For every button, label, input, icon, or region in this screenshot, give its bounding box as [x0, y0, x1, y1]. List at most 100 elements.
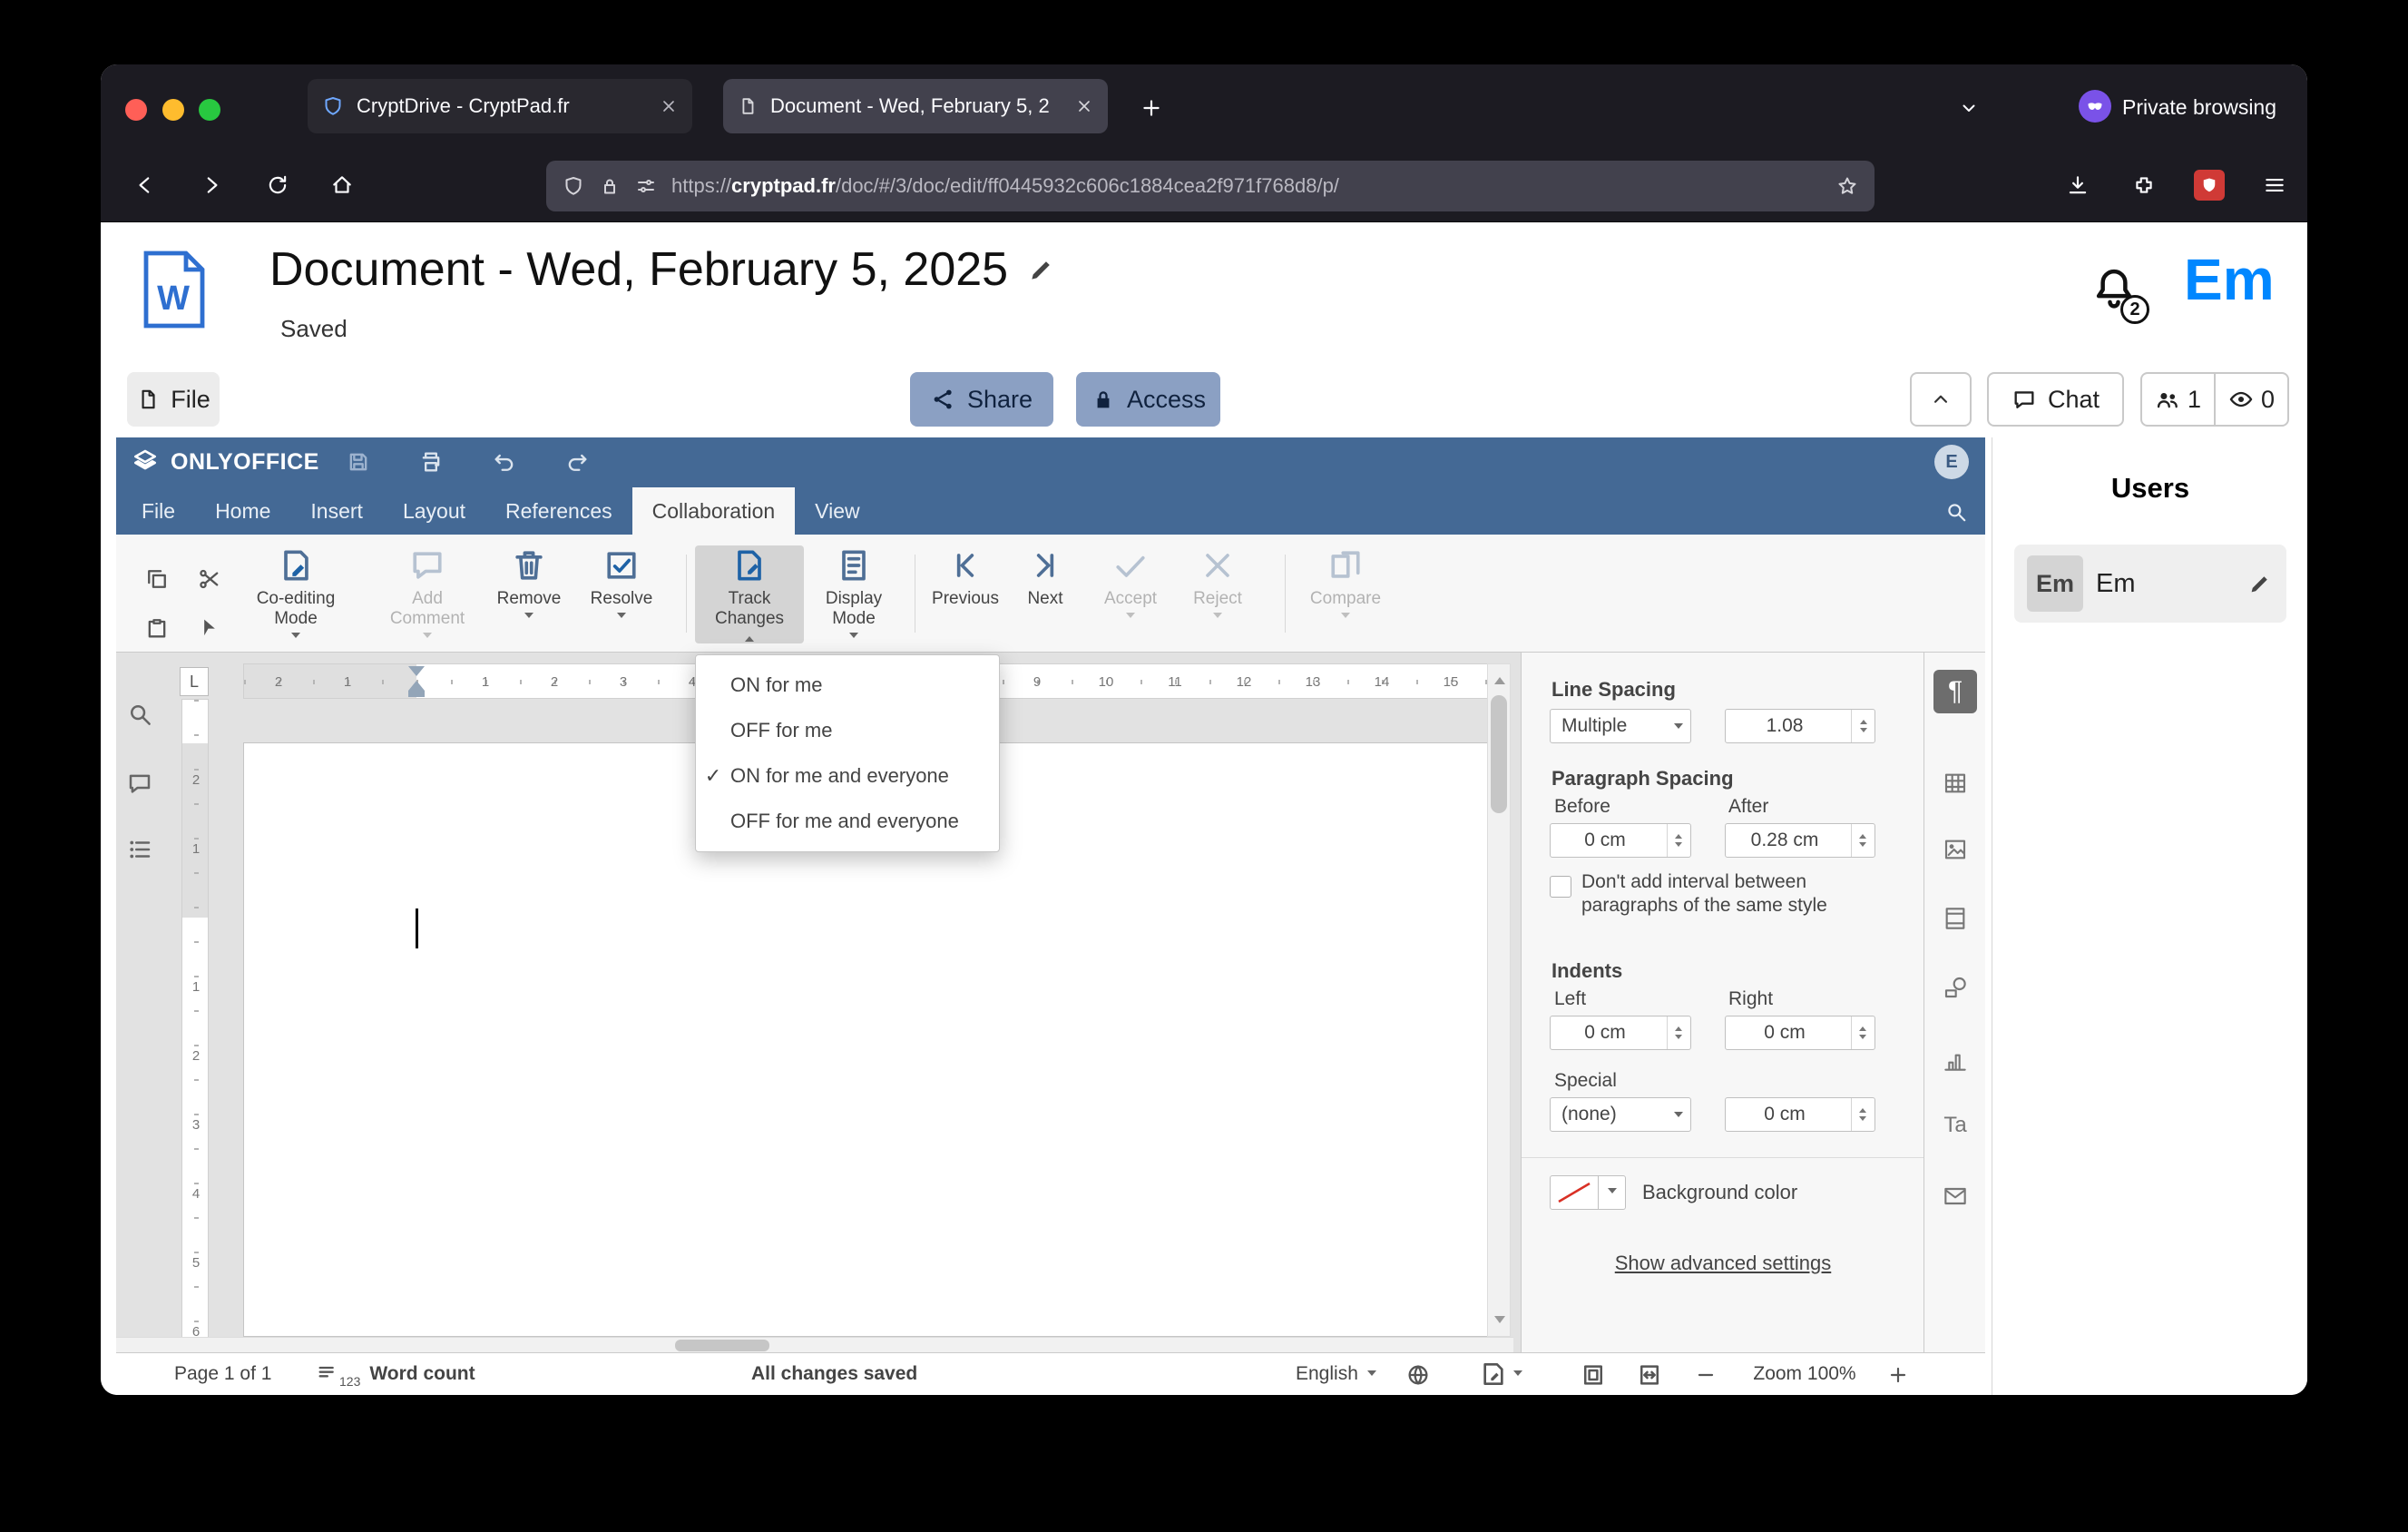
zoom-level[interactable]: Zoom 100%	[1737, 1363, 1873, 1385]
document-title[interactable]: Document - Wed, February 5, 2025	[269, 242, 1008, 297]
find-icon[interactable]	[122, 696, 158, 732]
left-indent-square[interactable]	[408, 691, 425, 697]
paste-icon[interactable]	[138, 609, 176, 647]
page-count[interactable]: Page 1 of 1	[174, 1363, 271, 1385]
close-tab-icon[interactable]	[660, 97, 678, 115]
mail-merge-tab[interactable]	[1937, 1178, 1973, 1214]
redo-icon[interactable]	[559, 444, 595, 480]
list-all-tabs-button[interactable]	[1949, 88, 1989, 128]
tab-cryptdrive[interactable]: CryptDrive - CryptPad.fr	[308, 79, 692, 133]
extensions-button[interactable]	[2124, 165, 2164, 205]
special-amount-spinner[interactable]: 0 cm	[1725, 1097, 1875, 1132]
viewers-count[interactable]: 0	[2216, 374, 2287, 425]
close-window-button[interactable]	[125, 99, 147, 121]
print-icon[interactable]	[413, 444, 449, 480]
track-changes-status-button[interactable]	[1479, 1360, 1522, 1389]
advanced-settings-link[interactable]: Show advanced settings	[1522, 1252, 1924, 1275]
compare-button[interactable]: Compare	[1296, 545, 1395, 643]
url-text[interactable]: https://cryptpad.fr/doc/#/3/doc/edit/ff0…	[671, 174, 1822, 198]
tracking-protection-icon[interactable]	[563, 175, 584, 197]
menu-button[interactable]	[2255, 165, 2295, 205]
copy-icon[interactable]	[138, 560, 176, 598]
menu-tab-file[interactable]: File	[122, 487, 195, 535]
minimize-window-button[interactable]	[162, 99, 184, 121]
coediting-mode-button[interactable]: Co-editing Mode	[241, 545, 350, 643]
remove-comment-button[interactable]: Remove	[483, 545, 575, 643]
add-comment-button[interactable]: Add Comment	[381, 545, 474, 643]
spin-down[interactable]	[1859, 728, 1867, 736]
close-tab-icon[interactable]	[1075, 97, 1093, 115]
select-all-icon[interactable]	[191, 609, 229, 647]
word-count-button[interactable]: 123 Word count	[316, 1360, 475, 1389]
bookmark-star-icon[interactable]	[1836, 175, 1858, 197]
back-button[interactable]	[125, 165, 165, 205]
background-color-swatch[interactable]	[1550, 1175, 1599, 1210]
track-changes-button[interactable]: Track Changes	[695, 545, 804, 643]
indent-right-spinner[interactable]: 0 cm	[1725, 1016, 1875, 1050]
header-footer-settings-tab[interactable]	[1937, 900, 1973, 937]
user-list-item[interactable]: Em Em	[2014, 545, 2286, 623]
paragraph-settings-tab[interactable]: ¶	[1933, 670, 1977, 713]
spacing-before-spinner[interactable]: 0 cm	[1550, 823, 1691, 858]
user-avatar-initials[interactable]: Em	[2184, 246, 2275, 313]
previous-change-button[interactable]: Previous	[924, 545, 1007, 643]
chart-settings-tab[interactable]	[1937, 1042, 1973, 1078]
edit-user-pencil-icon[interactable]	[2246, 570, 2274, 597]
reject-button[interactable]: Reject	[1174, 545, 1261, 643]
tab-stop-selector[interactable]: L	[180, 667, 209, 696]
downloads-button[interactable]	[2058, 165, 2098, 205]
vertical-scrollbar[interactable]	[1487, 663, 1511, 1337]
file-menu-button[interactable]: File	[127, 372, 220, 427]
scroll-up-arrow[interactable]	[1494, 672, 1505, 684]
background-color-dropdown[interactable]	[1599, 1175, 1626, 1210]
display-mode-button[interactable]: Display Mode	[808, 545, 900, 643]
comments-panel-icon[interactable]	[122, 765, 158, 801]
notifications-bell-icon[interactable]: 2	[2090, 262, 2149, 324]
track-changes-menu-item[interactable]: OFF for me	[696, 708, 999, 753]
collapse-toolbar-button[interactable]	[1910, 372, 1972, 427]
spin-up[interactable]	[1859, 716, 1867, 724]
menu-tab-layout[interactable]: Layout	[383, 487, 485, 535]
editor-user-badge[interactable]: E	[1934, 445, 1969, 479]
zoom-window-button[interactable]	[199, 99, 220, 121]
editor-search-icon[interactable]	[1942, 497, 1971, 526]
menu-tab-view[interactable]: View	[795, 487, 879, 535]
scroll-down-arrow[interactable]	[1494, 1316, 1505, 1329]
horizontal-scroll-thumb[interactable]	[675, 1340, 769, 1351]
navigation-panel-icon[interactable]	[122, 831, 158, 868]
horizontal-scrollbar[interactable]	[116, 1337, 1513, 1352]
menu-tab-references[interactable]: References	[485, 487, 632, 535]
image-settings-tab[interactable]	[1937, 831, 1973, 868]
text-art-settings-tab[interactable]: Ta	[1937, 1107, 1973, 1144]
undo-icon[interactable]	[486, 444, 523, 480]
indent-left-spinner[interactable]: 0 cm	[1550, 1016, 1691, 1050]
line-spacing-select[interactable]: Multiple	[1550, 709, 1691, 743]
spacing-after-spinner[interactable]: 0.28 cm	[1725, 823, 1875, 858]
permissions-icon[interactable]	[635, 175, 657, 197]
language-selector[interactable]: English	[1296, 1363, 1376, 1385]
chat-button[interactable]: Chat	[1987, 372, 2124, 427]
zoom-in-button[interactable]	[1884, 1360, 1913, 1390]
url-bar[interactable]: https://cryptpad.fr/doc/#/3/doc/edit/ff0…	[546, 161, 1875, 211]
line-spacing-amount-spinner[interactable]: 1.08	[1725, 709, 1875, 743]
access-button[interactable]: Access	[1076, 372, 1220, 427]
next-change-button[interactable]: Next	[1003, 545, 1087, 643]
resolve-button[interactable]: Resolve	[575, 545, 668, 643]
set-language-globe-icon[interactable]	[1405, 1361, 1432, 1389]
menu-tab-home[interactable]: Home	[195, 487, 290, 535]
menu-tab-insert[interactable]: Insert	[290, 487, 383, 535]
left-indent-marker[interactable]	[408, 673, 425, 691]
presence-counters[interactable]: 1 0	[2140, 372, 2289, 427]
home-button[interactable]	[322, 165, 362, 205]
zoom-out-button[interactable]	[1691, 1360, 1720, 1390]
shape-settings-tab[interactable]	[1937, 969, 1973, 1006]
accept-button[interactable]: Accept	[1087, 545, 1174, 643]
share-button[interactable]: Share	[910, 372, 1053, 427]
vertical-scroll-thumb[interactable]	[1491, 695, 1507, 813]
track-changes-menu-item[interactable]: ON for me	[696, 663, 999, 708]
ublock-origin-icon[interactable]	[2189, 165, 2229, 205]
forward-button[interactable]	[191, 165, 231, 205]
track-changes-menu-item[interactable]: OFF for me and everyone	[696, 799, 999, 844]
table-settings-tab[interactable]	[1937, 765, 1973, 801]
menu-tab-collaboration[interactable]: Collaboration	[631, 487, 796, 535]
